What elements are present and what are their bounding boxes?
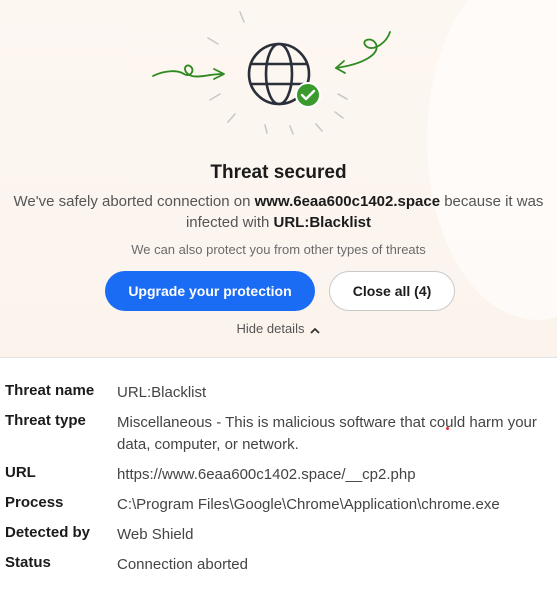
checkmark-badge-icon <box>295 82 321 108</box>
infected-domain: www.6eaa600c1402.space <box>254 193 441 210</box>
swirl-arrow-icon <box>152 64 225 80</box>
divider <box>0 357 557 358</box>
threat-name: URL:Blacklist <box>273 214 372 231</box>
upsell-text: We can also protect you from other types… <box>131 242 426 257</box>
threat-message: We've safely aborted connection on www.6… <box>13 193 544 231</box>
chevron-up-icon <box>310 322 321 337</box>
cursor-marker <box>446 427 449 430</box>
page-title: Threat secured <box>210 162 347 183</box>
swirl-arrow-icon <box>335 31 391 74</box>
upgrade-protection-button[interactable]: Upgrade your protection <box>105 271 315 311</box>
close-all-button[interactable]: Close all (4) <box>329 271 455 311</box>
hero-illustration <box>152 11 391 135</box>
hide-details-toggle[interactable]: Hide details <box>0 321 557 337</box>
